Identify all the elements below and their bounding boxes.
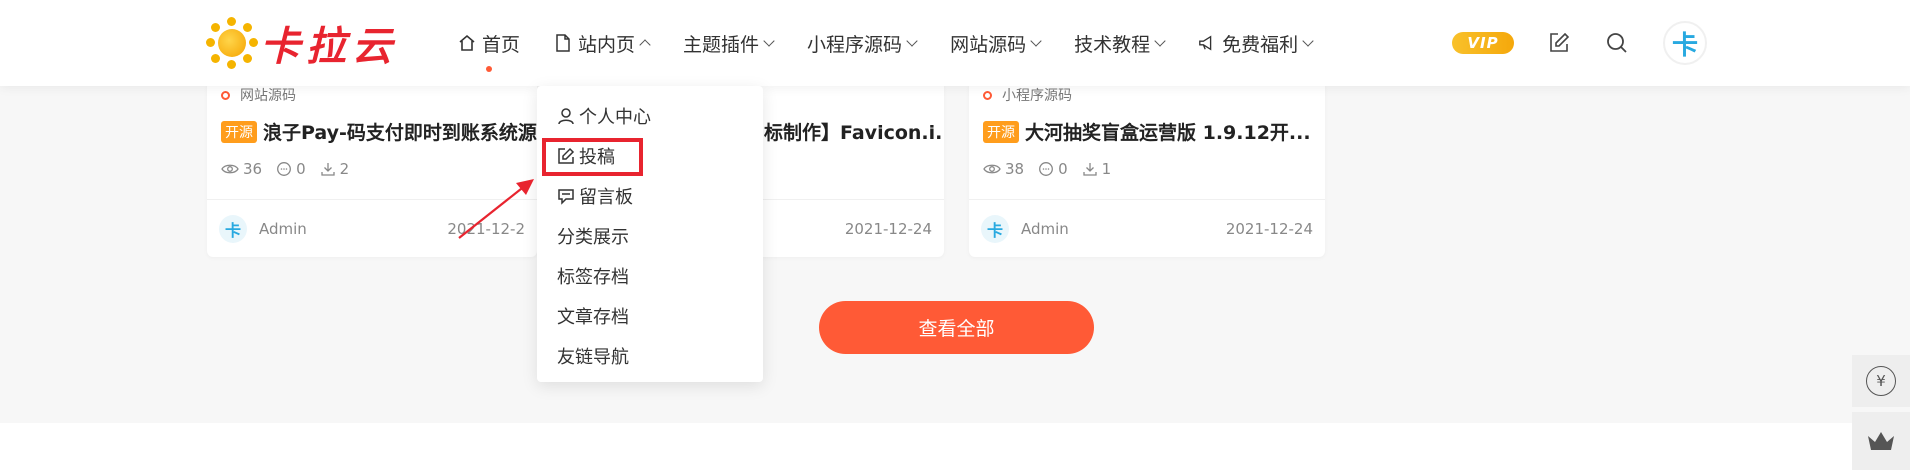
nav-home-label: 首页	[482, 33, 521, 56]
nav-home[interactable]: 首页	[458, 0, 520, 86]
nav-free-label: 免费福利	[1222, 33, 1299, 56]
chevron-down-icon	[1154, 35, 1166, 47]
nav-themes[interactable]: 主题插件	[683, 0, 775, 86]
edit-icon[interactable]	[1547, 31, 1571, 55]
post-stats: 38 0 1	[983, 160, 1125, 178]
sun-logo-icon	[206, 17, 258, 69]
nav-site-pages-label: 站内页	[578, 33, 636, 56]
post-card[interactable]: 小程序源码 开源 大河抽奖盲盒运营版 1.9.12开... 38 0 1 卡 A…	[969, 80, 1325, 257]
author-avatar: 卡	[219, 215, 247, 243]
post-category[interactable]: 小程序源码	[983, 85, 1072, 105]
nav-website-source-label: 网站源码	[950, 33, 1027, 56]
eye-icon	[221, 164, 239, 174]
dropdown-item-user-center[interactable]: 个人中心	[557, 101, 651, 131]
post-title[interactable]: 标制作】Favicon.i...	[764, 118, 944, 145]
annotation-arrow-icon	[458, 179, 534, 239]
dropdown-item-archive[interactable]: 文章存档	[557, 301, 629, 331]
post-author[interactable]: 卡 Admin	[219, 215, 307, 243]
post-title[interactable]: 开源 浪子Pay-码支付即时到账系统源...	[221, 118, 537, 145]
highlight-annotation-box	[542, 138, 643, 176]
search-icon[interactable]	[1605, 31, 1629, 55]
user-avatar[interactable]: 卡	[1663, 21, 1707, 65]
author-avatar: 卡	[981, 215, 1009, 243]
chevron-down-icon	[1030, 35, 1042, 47]
dropdown-item-categories[interactable]: 分类展示	[557, 221, 629, 251]
post-author[interactable]: 卡 Admin	[981, 215, 1069, 243]
nav-tutorials-label: 技术教程	[1074, 33, 1151, 56]
comment-icon	[277, 162, 292, 176]
post-category[interactable]: 网站源码	[221, 85, 296, 105]
user-icon	[558, 108, 574, 125]
logo-text: 卡拉云	[260, 23, 398, 70]
eye-icon	[983, 164, 1001, 174]
chevron-up-icon	[639, 39, 651, 51]
open-source-badge: 开源	[983, 120, 1019, 143]
site-logo[interactable]: 卡拉云	[206, 13, 398, 73]
dropdown-item-links[interactable]: 友链导航	[557, 341, 629, 371]
page-icon	[554, 34, 572, 52]
nav-miniprogram-label: 小程序源码	[807, 33, 903, 56]
chevron-down-icon	[763, 35, 775, 47]
nav-free[interactable]: 免费福利	[1198, 0, 1314, 86]
post-date: 2021-12-24	[844, 220, 932, 238]
nav-themes-label: 主题插件	[683, 33, 760, 56]
comment-icon	[558, 189, 574, 205]
dropdown-item-tags[interactable]: 标签存档	[557, 261, 629, 291]
post-title[interactable]: 开源 大河抽奖盲盒运营版 1.9.12开...	[983, 118, 1311, 145]
chevron-down-icon	[1302, 35, 1314, 47]
float-yen-button[interactable]: ¥	[1852, 355, 1910, 407]
post-date: 2021-12-24	[1225, 220, 1313, 238]
active-indicator-dot	[486, 66, 492, 72]
download-icon	[320, 163, 335, 176]
nav-miniprogram[interactable]: 小程序源码	[807, 0, 918, 86]
vip-badge[interactable]: VIP	[1452, 32, 1514, 54]
download-icon	[1082, 163, 1097, 176]
post-stats: 36 0 2	[221, 160, 363, 178]
nav-site-pages[interactable]: 站内页	[554, 0, 651, 86]
site-header: 卡拉云 首页 站内页 主题插件 小程序源码 网站源码 技术教程 免费福利 VIP…	[0, 0, 1910, 86]
chevron-down-icon	[906, 35, 918, 47]
footer-band	[0, 423, 1910, 470]
comment-icon	[1039, 162, 1054, 176]
home-icon	[458, 34, 476, 52]
open-source-badge: 开源	[221, 120, 257, 143]
float-crown-button[interactable]	[1852, 412, 1910, 470]
view-all-button[interactable]: 查看全部	[819, 301, 1094, 354]
nav-website-source[interactable]: 网站源码	[950, 0, 1042, 86]
nav-tutorials[interactable]: 技术教程	[1074, 0, 1166, 86]
megaphone-icon	[1198, 34, 1216, 52]
dropdown-item-guestbook[interactable]: 留言板	[557, 181, 633, 211]
crown-icon	[1868, 432, 1894, 450]
yen-icon: ¥	[1866, 366, 1896, 396]
main-nav: 首页 站内页 主题插件 小程序源码 网站源码 技术教程 免费福利	[458, 0, 1346, 86]
site-pages-dropdown: 个人中心 投稿 留言板 分类展示 标签存档 文章存档 友链导航	[537, 86, 763, 382]
